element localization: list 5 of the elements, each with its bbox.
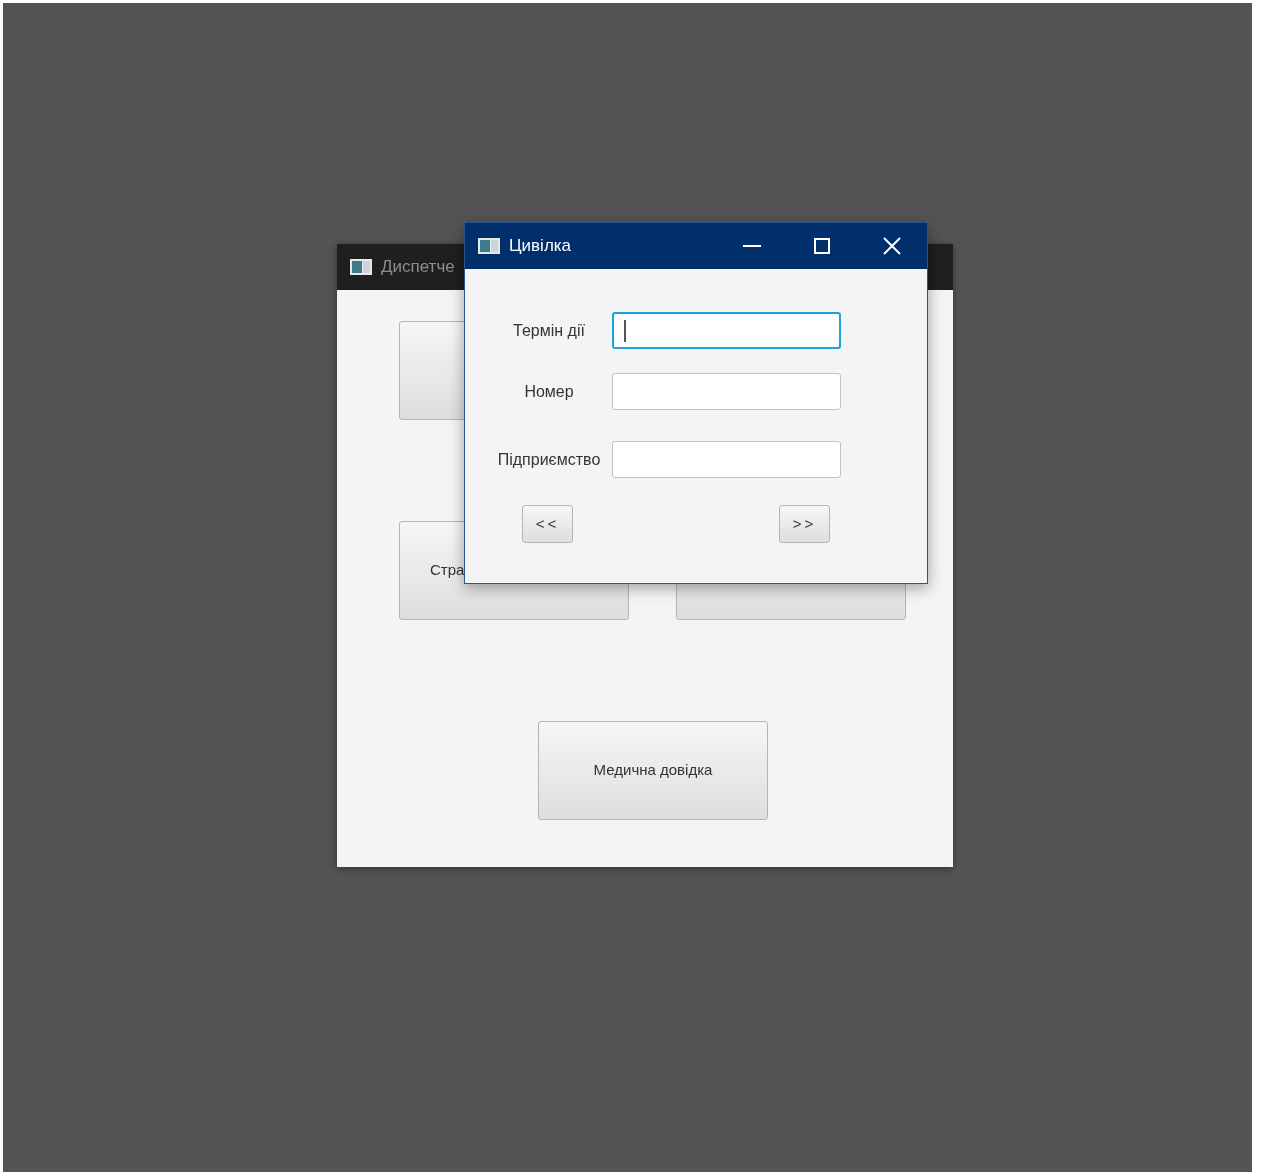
window-title: Диспетче: [381, 256, 455, 279]
field-label: Підприємство: [496, 449, 602, 470]
field-label: Термін дії: [512, 320, 586, 341]
field-label: Номер: [523, 381, 575, 402]
window-title: Цивілка: [509, 235, 572, 258]
